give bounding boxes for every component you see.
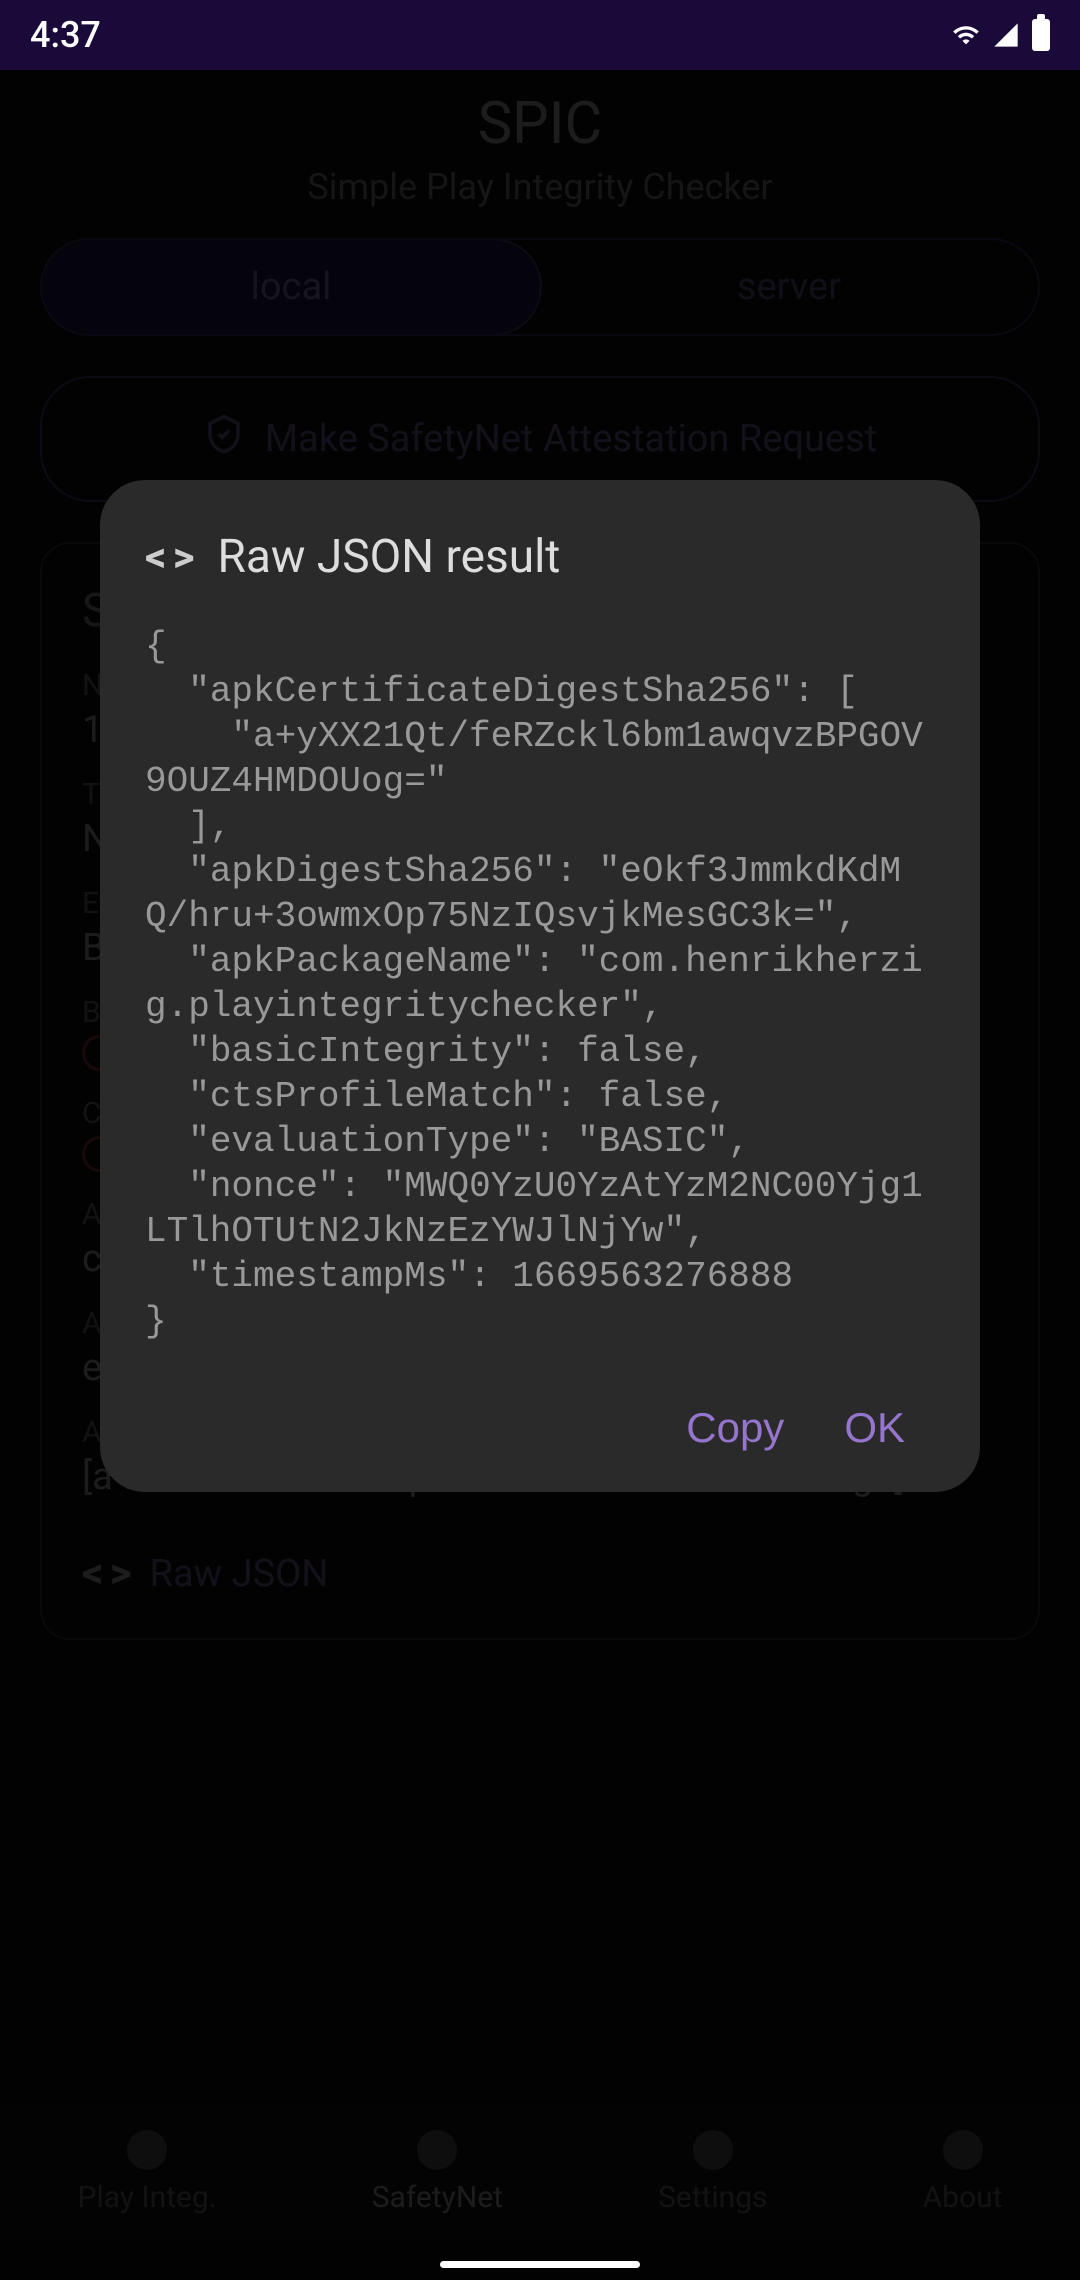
ok-button[interactable]: OK <box>844 1404 905 1452</box>
signal-icon <box>992 21 1020 49</box>
json-content: { "apkCertificateDigestSha256": [ "a+yXX… <box>145 624 935 1344</box>
code-icon: < > <box>145 533 193 582</box>
raw-json-dialog: < > Raw JSON result { "apkCertificateDig… <box>100 480 980 1492</box>
copy-button[interactable]: Copy <box>686 1404 784 1452</box>
dialog-header: < > Raw JSON result <box>145 530 935 584</box>
home-indicator[interactable] <box>440 2261 640 2268</box>
status-bar: 4:37 <box>0 0 1080 70</box>
status-time: 4:37 <box>30 14 101 56</box>
status-icons <box>952 19 1050 51</box>
wifi-icon <box>952 21 980 49</box>
dialog-title: Raw JSON result <box>218 530 561 584</box>
battery-icon <box>1032 19 1050 51</box>
dialog-actions: Copy OK <box>145 1404 935 1452</box>
